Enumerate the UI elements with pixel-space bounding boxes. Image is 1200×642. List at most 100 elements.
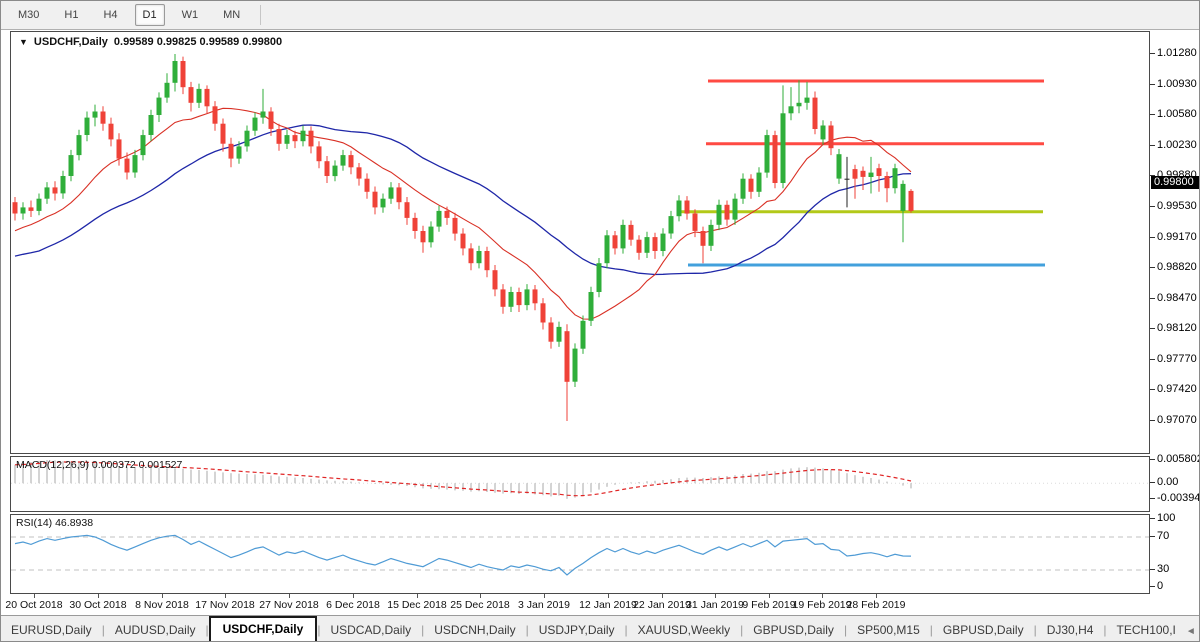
rsi-label: RSI(14) 46.8938 (16, 517, 93, 529)
rsi-indicator-panel[interactable]: RSI(14) 46.8938 (10, 514, 1150, 594)
indicator-axis-tick (1150, 536, 1155, 537)
chart-tab-usdchf-2[interactable]: USDCHF,Daily (209, 616, 318, 642)
price-axis-label: 0.97420 (1157, 383, 1197, 395)
rsi-chart[interactable] (11, 515, 1149, 593)
timeframe-toolbar: M30 H1 H4 D1 W1 MN (1, 1, 1200, 30)
date-tick (353, 594, 354, 598)
chart-tab-gbpusd-9[interactable]: GBPUSD,Daily (933, 618, 1034, 642)
date-tick (662, 594, 663, 598)
trading-terminal-window: M30 H1 H4 D1 W1 MN ▼ USDCHF,Daily 0.99589 0.9… (0, 0, 1200, 642)
price-axis-tick (1150, 420, 1155, 421)
timeframe-button-w1[interactable]: W1 (174, 4, 207, 26)
date-tick (480, 594, 481, 598)
timeframe-button-h1[interactable]: H1 (56, 4, 86, 26)
chart-tab-eurusd-0[interactable]: EURUSD,Daily (1, 618, 102, 642)
date-tick (225, 594, 226, 598)
price-axis-label: 1.00230 (1157, 139, 1197, 151)
price-axis-tick (1150, 328, 1155, 329)
date-tick (769, 594, 770, 598)
chart-tab-dj30-10[interactable]: DJ30,H4 (1037, 618, 1104, 642)
price-axis-tick (1150, 114, 1155, 115)
date-tick (822, 594, 823, 598)
chart-tab-usdcnh-4[interactable]: USDCNH,Daily (424, 618, 525, 642)
indicator-axis-label: 100 (1157, 512, 1175, 524)
timeframe-button-h4[interactable]: H4 (95, 4, 125, 26)
indicator-axis-label: 30 (1157, 563, 1169, 575)
indicator-axis-tick (1150, 482, 1155, 483)
date-tick (162, 594, 163, 598)
chart-tab-gbpusd-7[interactable]: GBPUSD,Daily (743, 618, 844, 642)
date-label: 22 Jan 2019 (633, 599, 691, 611)
rsi-line (15, 535, 911, 575)
date-tick (289, 594, 290, 598)
date-label: 8 Nov 2018 (135, 599, 189, 611)
date-label: 25 Dec 2018 (450, 599, 510, 611)
date-label: 6 Dec 2018 (326, 599, 380, 611)
price-axis-tick (1150, 84, 1155, 85)
candlestick-chart[interactable] (11, 32, 1149, 453)
price-axis-tick (1150, 237, 1155, 238)
date-label: 31 Jan 2019 (686, 599, 744, 611)
macd-indicator-panel[interactable]: MACD(12,26,9) 0.000372 0.001527 (10, 456, 1150, 512)
chart-tab-bar: EURUSD,Daily|AUDUSD,Daily|USDCHF,Daily|U… (1, 615, 1200, 642)
date-label: 17 Nov 2018 (195, 599, 255, 611)
date-tick (34, 594, 35, 598)
symbol-ohlc-readout: ▼ USDCHF,Daily 0.99589 0.99825 0.99589 0… (19, 36, 282, 48)
date-tick (417, 594, 418, 598)
indicator-axis-tick (1150, 569, 1155, 570)
date-label: 15 Dec 2018 (387, 599, 447, 611)
ohlc-values: 0.99589 0.99825 0.99589 0.99800 (114, 36, 282, 48)
price-axis-label: 0.98470 (1157, 292, 1197, 304)
price-chart-panel[interactable]: ▼ USDCHF,Daily 0.99589 0.99825 0.99589 0… (10, 31, 1150, 454)
price-axis-label: 0.98120 (1157, 322, 1197, 334)
chart-tab-usdcad-3[interactable]: USDCAD,Daily (320, 618, 421, 642)
price-axis-tick (1150, 53, 1155, 54)
timeframe-button-mn[interactable]: MN (215, 4, 248, 26)
date-label: 9 Feb 2019 (742, 599, 795, 611)
date-label: 3 Jan 2019 (518, 599, 570, 611)
date-tick (98, 594, 99, 598)
symbol-name: USDCHF,Daily (34, 36, 108, 48)
date-tick (715, 594, 716, 598)
price-axis-label: 0.99530 (1157, 200, 1197, 212)
price-axis-label: 1.00930 (1157, 78, 1197, 90)
date-label: 19 Feb 2019 (793, 599, 852, 611)
indicator-axis-label: 0.00 (1157, 476, 1178, 488)
chart-tab-sp500-8[interactable]: SP500,M15 (847, 618, 930, 642)
price-axis-tick (1150, 145, 1155, 146)
chart-tab-xauusd-6[interactable]: XAUUSD,Weekly (628, 618, 740, 642)
date-label: 30 Oct 2018 (69, 599, 126, 611)
price-axis-tick (1150, 298, 1155, 299)
price-axis-label: 1.01280 (1157, 47, 1197, 59)
current-price-badge: 0.99800 (1151, 176, 1200, 189)
date-tick (608, 594, 609, 598)
date-label: 28 Feb 2019 (847, 599, 906, 611)
price-axis-label: 1.00580 (1157, 108, 1197, 120)
indicator-axis-tick (1150, 586, 1155, 587)
time-axis: 20 Oct 201830 Oct 20188 Nov 201817 Nov 2… (10, 594, 1150, 615)
indicator-axis-tick (1150, 518, 1155, 519)
date-tick (876, 594, 877, 598)
indicator-axis-tick (1150, 498, 1155, 499)
candles-group (13, 54, 914, 421)
timeframe-button-m30[interactable]: M30 (10, 4, 47, 26)
price-axis-tick (1150, 389, 1155, 390)
date-label: 27 Nov 2018 (259, 599, 319, 611)
chart-tab-tech100-11[interactable]: TECH100,I (1107, 618, 1186, 642)
date-label: 12 Jan 2019 (579, 599, 637, 611)
timeframe-button-d1[interactable]: D1 (135, 4, 165, 26)
macd-label: MACD(12,26,9) 0.000372 0.001527 (16, 459, 182, 471)
indicator-axis-label: 0 (1157, 580, 1163, 592)
indicator-axis-label: -0.003945 (1157, 492, 1200, 504)
indicator-axis-label: 0.005802 (1157, 453, 1200, 465)
price-axis-label: 0.99170 (1157, 231, 1197, 243)
price-axis-label: 0.97070 (1157, 414, 1197, 426)
price-axis-label: 0.98820 (1157, 261, 1197, 273)
indicator-axis-tick (1150, 459, 1155, 460)
symbol-dropdown-icon[interactable]: ▼ (19, 37, 28, 47)
price-axis-tick (1150, 206, 1155, 207)
chart-tab-audusd-1[interactable]: AUDUSD,Daily (105, 618, 206, 642)
price-axis-tick (1150, 267, 1155, 268)
tab-scroll-left-icon[interactable]: ◄ (1186, 626, 1196, 637)
chart-tab-usdjpy-5[interactable]: USDJPY,Daily (529, 618, 625, 642)
